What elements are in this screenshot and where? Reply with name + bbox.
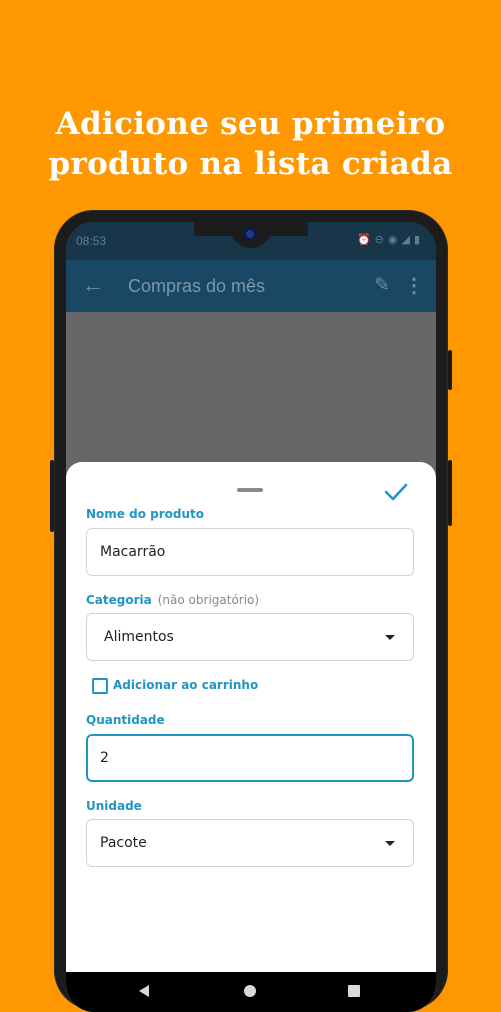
more-vert-icon[interactable]: ⋮ — [404, 273, 424, 298]
pencil-icon[interactable]: ✎ — [374, 274, 390, 297]
phone-power-button — [448, 460, 452, 526]
alarm-icon: ⏰ — [356, 234, 375, 246]
unit-select[interactable]: Pacote — [86, 819, 414, 867]
phone-volume-button — [448, 350, 452, 390]
dnd-icon: ⊖ — [374, 234, 388, 246]
phone-screen: 08:53 ⏰⊖◉◢▮ ← Compras do mês ✎ ⋮ Nome do… — [66, 222, 436, 1012]
category-selected-value: Alimentos — [104, 629, 174, 645]
add-to-cart-label[interactable]: Adicionar ao carrinho — [113, 678, 258, 692]
category-optional-note: (não obrigatório) — [157, 593, 260, 607]
wifi-icon: ◉ — [387, 234, 402, 246]
add-to-cart-checkbox[interactable] — [92, 678, 108, 694]
quantity-label: Quantidade — [86, 713, 165, 727]
dropdown-arrow-icon — [385, 841, 395, 846]
notch-right — [268, 222, 308, 236]
sheet-drag-handle[interactable] — [237, 488, 263, 492]
front-camera — [243, 227, 257, 241]
app-bar-title: Compras do mês — [128, 276, 266, 296]
phone-side-button — [50, 460, 54, 532]
app-bar: ← Compras do mês ✎ ⋮ — [66, 260, 436, 312]
product-name-input[interactable]: Macarrão — [86, 528, 414, 576]
nav-back-icon[interactable] — [139, 985, 149, 997]
status-time: 08:53 — [76, 234, 107, 248]
arrow-back-icon[interactable]: ← — [82, 272, 104, 298]
check-icon[interactable] — [382, 478, 410, 506]
category-select[interactable]: Alimentos — [86, 613, 414, 661]
product-name-label: Nome do produto — [86, 507, 204, 521]
category-label-text: Categoria — [86, 593, 152, 607]
phone-frame: 08:53 ⏰⊖◉◢▮ ← Compras do mês ✎ ⋮ Nome do… — [50, 210, 452, 1012]
product-name-value: Macarrão — [100, 544, 166, 560]
status-icons: ⏰⊖◉◢▮ — [357, 233, 424, 246]
headline-line-2: produto na lista criada — [48, 146, 453, 182]
battery-icon: ▮ — [413, 234, 424, 246]
dropdown-arrow-icon — [385, 635, 395, 640]
headline-line-1: Adicione seu primeiro — [55, 106, 446, 142]
category-label: Categoria (não obrigatório) — [86, 593, 259, 607]
system-nav-bar — [66, 972, 436, 1012]
nav-recents-icon[interactable] — [348, 985, 360, 997]
unit-label: Unidade — [86, 799, 142, 813]
quantity-input[interactable]: 2 — [86, 734, 414, 782]
quantity-value: 2 — [100, 750, 109, 766]
add-product-bottom-sheet: Nome do produto Macarrão Categoria (não o… — [66, 462, 436, 1012]
signal-icon: ◢ — [401, 234, 414, 246]
nav-home-icon[interactable] — [244, 985, 256, 997]
unit-selected-value: Pacote — [100, 835, 147, 851]
promo-headline: Adicione seu primeiro produto na lista c… — [0, 104, 501, 184]
notch-left — [194, 222, 234, 236]
